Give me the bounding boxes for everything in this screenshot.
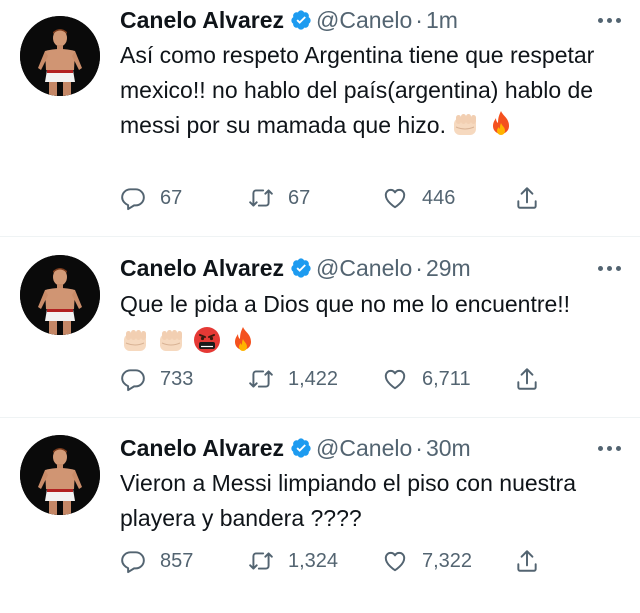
fist-emoji: [120, 325, 150, 355]
action-bar: 857 1,324 7,322: [120, 546, 550, 576]
like-icon: [382, 185, 408, 211]
retweet-button[interactable]: 1,422: [248, 364, 338, 394]
verified-badge-icon: [290, 9, 312, 31]
tweet[interactable]: Canelo Alvarez @Canelo · 30m Vieron a Messi…: [0, 418, 640, 613]
verified-badge-icon: [290, 257, 312, 279]
action-bar: 67 67 446: [120, 183, 550, 213]
tweet-text: Así como respeto Argentina tiene que res…: [120, 42, 595, 138]
tweet-text-block: Así como respeto Argentina tiene que res…: [120, 38, 630, 143]
tweet-text: Vieron a Messi limpiando el piso con nue…: [120, 470, 576, 531]
like-count: 446: [422, 186, 456, 209]
retweet-count: 67: [288, 186, 311, 209]
reply-icon: [120, 366, 146, 392]
fist-emoji: [450, 109, 480, 139]
tweet-header: Canelo Alvarez @Canelo · 1m: [120, 5, 458, 35]
like-count: 7,322: [422, 549, 473, 572]
reply-icon: [120, 548, 146, 574]
retweet-count: 1,422: [288, 367, 339, 390]
cursing-face-emoji: [192, 325, 222, 355]
tweet-text: Que le pida a Dios que no me lo encuentr…: [120, 291, 571, 317]
author-name[interactable]: Canelo Alvarez: [120, 7, 284, 33]
author-name[interactable]: Canelo Alvarez: [120, 255, 284, 281]
timestamp[interactable]: 30m: [426, 435, 471, 461]
retweet-count: 1,324: [288, 549, 339, 572]
like-button[interactable]: 6,711: [382, 364, 471, 394]
fire-emoji: [486, 109, 516, 139]
tweet-header: Canelo Alvarez @Canelo · 29m: [120, 253, 471, 283]
avatar[interactable]: [20, 435, 100, 515]
verified-badge-icon: [290, 437, 312, 459]
reply-button[interactable]: 857: [120, 546, 193, 576]
avatar[interactable]: [20, 16, 100, 96]
avatar[interactable]: [20, 255, 100, 335]
like-icon: [382, 366, 408, 392]
reply-button[interactable]: 733: [120, 364, 193, 394]
tweet[interactable]: Canelo Alvarez @Canelo · 29m Que le pida a …: [0, 237, 640, 417]
share-icon: [514, 185, 540, 211]
share-button[interactable]: [514, 183, 540, 213]
fist-emoji: [156, 325, 186, 355]
timestamp[interactable]: 29m: [426, 255, 471, 281]
retweet-icon: [248, 185, 274, 211]
retweet-button[interactable]: 1,324: [248, 546, 338, 576]
reply-count: 733: [160, 367, 194, 390]
tweet-header: Canelo Alvarez @Canelo · 30m: [120, 433, 471, 463]
retweet-button[interactable]: 67: [248, 183, 310, 213]
action-bar: 733 1,422 6,711: [120, 364, 550, 394]
more-icon[interactable]: [596, 443, 622, 453]
more-icon[interactable]: [596, 15, 622, 25]
retweet-icon: [248, 366, 274, 392]
reply-count: 857: [160, 549, 194, 572]
emoji-row: [120, 324, 630, 359]
emoji-row: [450, 109, 516, 139]
author-name[interactable]: Canelo Alvarez: [120, 435, 284, 461]
timestamp[interactable]: 1m: [426, 7, 458, 33]
profile-photo: [20, 435, 100, 515]
share-icon: [514, 548, 540, 574]
more-icon[interactable]: [596, 263, 622, 273]
author-handle[interactable]: @Canelo: [316, 435, 412, 461]
fire-emoji: [228, 325, 258, 355]
like-button[interactable]: 446: [382, 183, 455, 213]
separator-dot: ·: [415, 435, 423, 461]
separator-dot: ·: [415, 255, 423, 281]
like-button[interactable]: 7,322: [382, 546, 472, 576]
profile-photo: [20, 16, 100, 96]
retweet-icon: [248, 548, 274, 574]
author-handle[interactable]: @Canelo: [316, 7, 412, 33]
share-button[interactable]: [514, 364, 540, 394]
tweet-text-block: Que le pida a Dios que no me lo encuentr…: [120, 287, 630, 359]
share-button[interactable]: [514, 546, 540, 576]
reply-count: 67: [160, 186, 183, 209]
separator-dot: ·: [415, 7, 423, 33]
like-count: 6,711: [422, 367, 471, 390]
reply-icon: [120, 185, 146, 211]
profile-photo: [20, 255, 100, 335]
tweet[interactable]: Canelo Alvarez @Canelo · 1m Así como respet…: [0, 0, 640, 236]
reply-button[interactable]: 67: [120, 183, 182, 213]
author-handle[interactable]: @Canelo: [316, 255, 412, 281]
share-icon: [514, 366, 540, 392]
like-icon: [382, 548, 408, 574]
